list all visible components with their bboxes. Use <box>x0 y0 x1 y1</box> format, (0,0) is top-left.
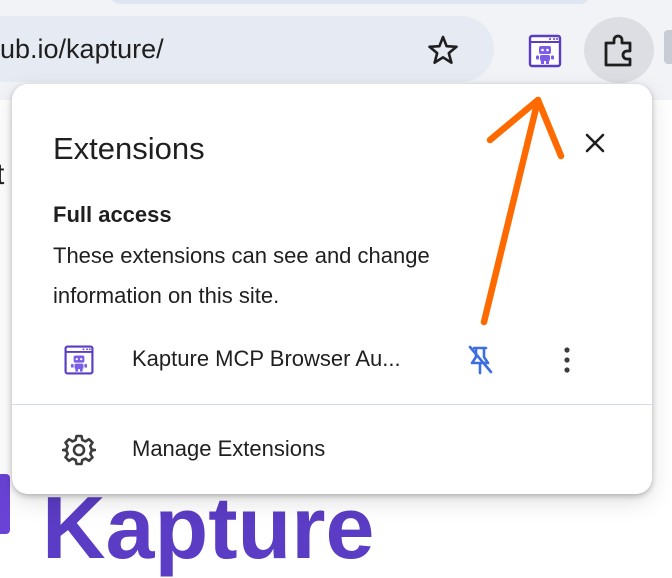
close-icon <box>585 133 605 153</box>
close-button[interactable] <box>580 128 610 158</box>
page-logo-mark <box>0 474 10 534</box>
extensions-menu-button[interactable] <box>584 17 654 83</box>
manage-extensions-item[interactable]: Manage Extensions <box>12 414 652 484</box>
url-text[interactable]: ub.io/kapture/ <box>0 32 164 66</box>
extension-name: Kapture MCP Browser Au... <box>132 346 401 371</box>
unpin-icon <box>468 345 493 375</box>
gear-icon <box>61 433 97 467</box>
toolbar-edge <box>664 30 672 64</box>
more-vertical-icon <box>564 347 570 373</box>
extension-row-kapture[interactable]: Kapture MCP Browser Au... <box>12 324 652 396</box>
page-text-fragment: t <box>0 158 5 191</box>
address-bar[interactable]: ub.io/kapture/ <box>0 16 494 82</box>
extensions-popup: Extensions Full access These extensions … <box>12 84 652 494</box>
robot-icon <box>528 34 562 68</box>
full-access-heading: Full access <box>53 202 172 227</box>
divider <box>12 404 652 405</box>
manage-extensions-label: Manage Extensions <box>132 436 326 461</box>
star-icon <box>428 35 458 64</box>
full-access-description: These extensions can see and change info… <box>53 243 430 308</box>
extension-more-options-button[interactable] <box>552 342 582 378</box>
unpin-extension-button[interactable] <box>462 342 498 378</box>
pinned-kapture-extension-button[interactable] <box>526 32 564 70</box>
robot-icon <box>64 345 94 375</box>
tab-strip-edge <box>110 0 590 4</box>
puzzle-icon <box>604 34 632 67</box>
popup-title: Extensions <box>53 131 205 166</box>
bookmark-star-button[interactable] <box>424 32 462 70</box>
